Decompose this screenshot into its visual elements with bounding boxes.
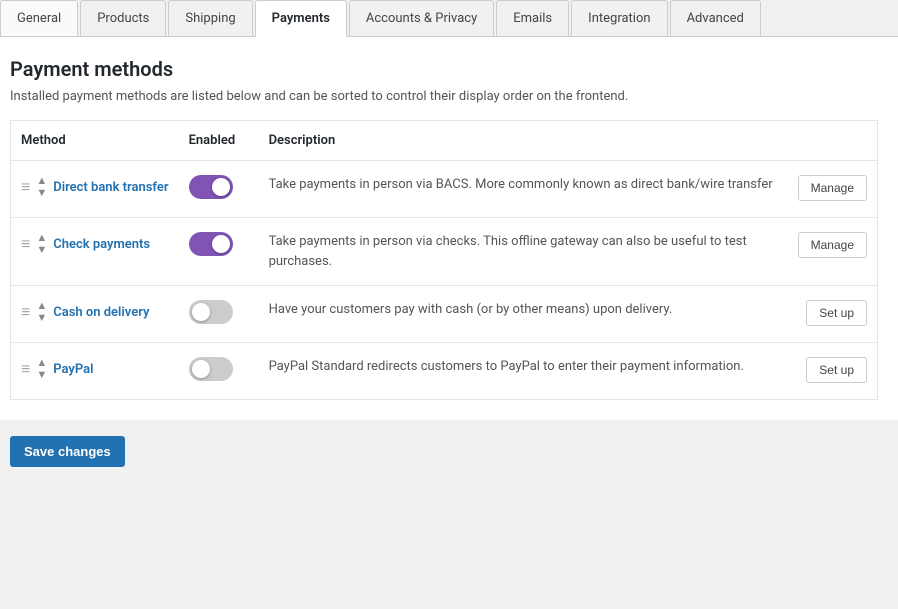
action-cell-check-payments: Manage (788, 218, 878, 286)
sort-down-check-payments[interactable]: ▼ (36, 244, 47, 256)
drag-handle-cash-on-delivery[interactable]: ≡ (21, 302, 30, 322)
method-name-check-payments[interactable]: Check payments (53, 237, 150, 252)
description-text-check-payments: Take payments in person via checks. This… (269, 234, 747, 269)
action-btn-check-payments[interactable]: Manage (798, 232, 867, 258)
description-text-direct-bank-transfer: Take payments in person via BACS. More c… (269, 177, 773, 192)
toggle-cash-on-delivery[interactable] (189, 300, 233, 324)
method-controls-cash-on-delivery: ≡ ▲ ▼ Cash on delivery (11, 286, 179, 343)
method-controls-paypal: ≡ ▲ ▼ PayPal (11, 343, 179, 400)
action-btn-cash-on-delivery[interactable]: Set up (806, 300, 867, 326)
tab-accounts-privacy[interactable]: Accounts & Privacy (349, 0, 494, 36)
description-text-cash-on-delivery: Have your customers pay with cash (or by… (269, 302, 673, 317)
page-description: Installed payment methods are listed bel… (10, 89, 878, 104)
method-controls-direct-bank-transfer: ≡ ▲ ▼ Direct bank transfer (11, 161, 179, 218)
footer-bar: Save changes (0, 420, 898, 483)
table-row-cash-on-delivery: ≡ ▲ ▼ Cash on delivery Have your custome… (11, 286, 878, 343)
method-name-cash-on-delivery[interactable]: Cash on delivery (53, 305, 149, 320)
sort-down-paypal[interactable]: ▼ (36, 369, 47, 381)
enabled-cell-paypal (179, 343, 259, 400)
table-row-paypal: ≡ ▲ ▼ PayPal PayPal Standard redirects c… (11, 343, 878, 400)
tab-emails[interactable]: Emails (496, 0, 569, 36)
content-area: Payment methods Installed payment method… (0, 37, 898, 420)
col-method: Method (11, 121, 179, 161)
payment-methods-table: Method Enabled Description ≡ ▲ ▼ Direct … (10, 120, 878, 400)
save-button[interactable]: Save changes (10, 436, 125, 467)
page-title: Payment methods (10, 57, 878, 81)
action-cell-paypal: Set up (788, 343, 878, 400)
sort-down-direct-bank-transfer[interactable]: ▼ (36, 187, 47, 199)
toggle-direct-bank-transfer[interactable] (189, 175, 233, 199)
tabs-bar: GeneralProductsShippingPaymentsAccounts … (0, 0, 898, 37)
description-cell-paypal: PayPal Standard redirects customers to P… (259, 343, 788, 400)
table-row-check-payments: ≡ ▲ ▼ Check payments Take payments in pe… (11, 218, 878, 286)
col-enabled: Enabled (179, 121, 259, 161)
action-btn-paypal[interactable]: Set up (806, 357, 867, 383)
description-text-paypal: PayPal Standard redirects customers to P… (269, 359, 744, 374)
sort-down-cash-on-delivery[interactable]: ▼ (36, 312, 47, 324)
col-action (788, 121, 878, 161)
toggle-paypal[interactable] (189, 357, 233, 381)
tab-shipping[interactable]: Shipping (168, 0, 252, 36)
tab-advanced[interactable]: Advanced (670, 0, 761, 36)
method-controls-check-payments: ≡ ▲ ▼ Check payments (11, 218, 179, 286)
drag-handle-paypal[interactable]: ≡ (21, 359, 30, 379)
toggle-check-payments[interactable] (189, 232, 233, 256)
action-cell-cash-on-delivery: Set up (788, 286, 878, 343)
tab-integration[interactable]: Integration (571, 0, 667, 36)
method-name-paypal[interactable]: PayPal (53, 362, 93, 377)
tab-products[interactable]: Products (80, 0, 166, 36)
enabled-cell-cash-on-delivery (179, 286, 259, 343)
col-description: Description (259, 121, 788, 161)
table-row-direct-bank-transfer: ≡ ▲ ▼ Direct bank transfer Take payments… (11, 161, 878, 218)
action-cell-direct-bank-transfer: Manage (788, 161, 878, 218)
enabled-cell-check-payments (179, 218, 259, 286)
method-name-direct-bank-transfer[interactable]: Direct bank transfer (53, 180, 168, 195)
description-cell-cash-on-delivery: Have your customers pay with cash (or by… (259, 286, 788, 343)
tab-payments[interactable]: Payments (255, 0, 347, 37)
enabled-cell-direct-bank-transfer (179, 161, 259, 218)
action-btn-direct-bank-transfer[interactable]: Manage (798, 175, 867, 201)
tab-general[interactable]: General (0, 0, 78, 36)
drag-handle-check-payments[interactable]: ≡ (21, 234, 30, 254)
drag-handle-direct-bank-transfer[interactable]: ≡ (21, 177, 30, 197)
description-cell-direct-bank-transfer: Take payments in person via BACS. More c… (259, 161, 788, 218)
description-cell-check-payments: Take payments in person via checks. This… (259, 218, 788, 286)
